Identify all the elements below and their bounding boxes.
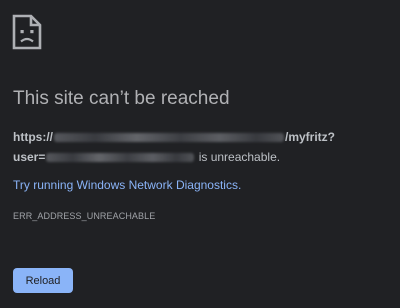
redacted-email (46, 153, 195, 163)
reload-button[interactable]: Reload (13, 268, 73, 293)
redacted-host (54, 133, 284, 143)
unreachable-text: is unreachable. (195, 150, 281, 164)
error-message: https:// /myfritz? user= is unreachable. (13, 127, 393, 167)
page-title: This site can’t be reached (13, 88, 230, 109)
network-diagnostics-link[interactable]: Try running Windows Network Diagnostics. (13, 178, 241, 192)
broken-page-icon (12, 14, 42, 50)
error-code: ERR_ADDRESS_UNREACHABLE (13, 211, 156, 221)
url-suffix: /myfritz? (285, 130, 336, 144)
url-prefix: https:// (13, 130, 53, 144)
user-prefix: user= (13, 150, 46, 164)
